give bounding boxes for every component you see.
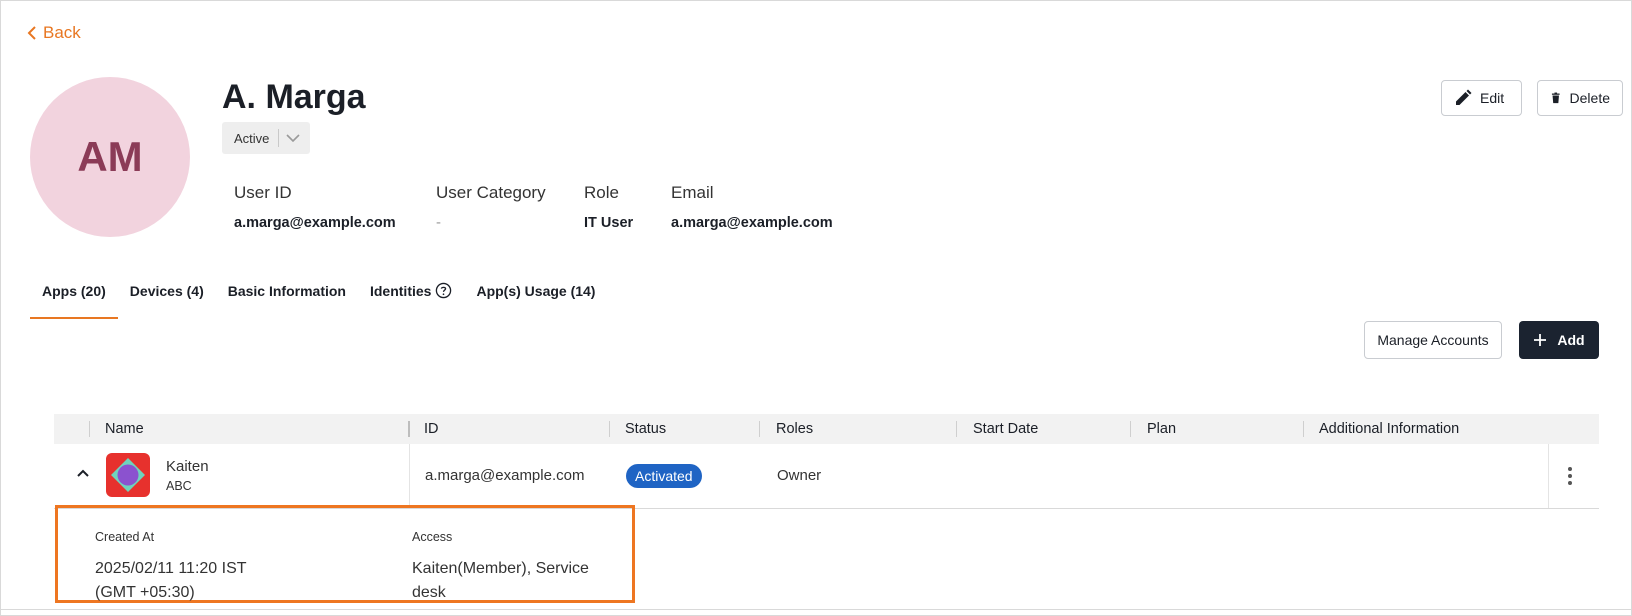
chevron-up-icon[interactable] <box>76 468 90 478</box>
column-separator <box>1303 421 1304 437</box>
status-dropdown-value: Active <box>234 130 270 146</box>
user-category-value: - <box>436 214 441 231</box>
page-title: A. Marga <box>222 78 366 116</box>
plus-icon <box>1534 334 1547 346</box>
manage-accounts-button[interactable]: Manage Accounts <box>1364 321 1502 359</box>
app-org: ABC <box>166 479 192 493</box>
access-label: Access <box>412 530 453 544</box>
column-separator <box>759 421 760 437</box>
chevron-left-icon <box>27 26 36 40</box>
tab-apps[interactable]: Apps (20) <box>30 275 118 319</box>
column-header-name[interactable]: Name <box>105 414 144 444</box>
column-header-start-date[interactable]: Start Date <box>973 414 1038 444</box>
back-link[interactable]: Back <box>27 23 81 43</box>
user-id-label: User ID <box>234 183 292 202</box>
cell-divider <box>1548 444 1549 508</box>
tab-devices[interactable]: Devices (4) <box>118 275 216 315</box>
table-header: Name ID Status Roles Start Date Plan Add… <box>54 414 1599 444</box>
edit-button[interactable]: Edit <box>1441 80 1522 116</box>
column-header-id[interactable]: ID <box>424 414 439 444</box>
chevron-down-icon <box>286 134 300 142</box>
column-header-roles[interactable]: Roles <box>776 414 813 444</box>
column-header-status[interactable]: Status <box>625 414 666 444</box>
column-resize-handle[interactable] <box>408 421 410 437</box>
tab-apps-label: Apps (20) <box>42 283 106 299</box>
role-value: IT User <box>584 215 634 231</box>
tab-basic-information-label: Basic Information <box>227 283 346 299</box>
user-id-value: a.marga@example.com <box>234 215 396 231</box>
column-header-plan[interactable]: Plan <box>1147 414 1176 444</box>
column-header-additional-information[interactable]: Additional Information <box>1319 414 1459 444</box>
pencil-icon <box>1456 89 1472 105</box>
status-dropdown[interactable]: Active <box>222 122 310 154</box>
help-circle-icon <box>436 282 452 299</box>
add-label: Add <box>1557 332 1585 348</box>
tab-devices-label: Devices (4) <box>129 283 204 299</box>
table-row[interactable]: Kaiten ABC a.marga@example.com Activated… <box>54 444 1599 509</box>
created-at-label: Created At <box>95 530 155 544</box>
role-label: Role <box>584 183 619 202</box>
delete-button[interactable]: Delete <box>1537 80 1623 116</box>
column-separator <box>1130 421 1131 437</box>
column-separator <box>89 421 90 437</box>
tab-basic-information[interactable]: Basic Information <box>216 275 358 315</box>
tab-app-usage[interactable]: App(s) Usage (14) <box>464 275 607 315</box>
avatar-initials: AM <box>77 133 143 180</box>
more-vertical-icon[interactable] <box>1564 466 1576 486</box>
trash-icon <box>1551 92 1560 104</box>
tab-bar: Apps (20) Devices (4) Basic Information … <box>30 275 607 319</box>
email-value: a.marga@example.com <box>671 215 833 231</box>
app-name[interactable]: Kaiten <box>166 458 209 475</box>
column-separator <box>609 421 610 437</box>
divider <box>0 609 1632 610</box>
access-value: Kaiten(Member), Service desk <box>412 560 589 601</box>
delete-label: Delete <box>1569 90 1610 106</box>
edit-label: Edit <box>1480 90 1505 106</box>
row-details-panel: Created At 2025/02/11 11:20 IST (GMT +05… <box>55 505 635 603</box>
tab-identities-label: Identities <box>369 283 432 299</box>
kaiten-logo-icon <box>111 458 145 492</box>
tab-identities[interactable]: Identities <box>358 275 464 315</box>
status-badge: Activated <box>626 464 702 488</box>
user-category-label: User Category <box>436 183 546 202</box>
kaiten-app-logo <box>106 453 150 497</box>
add-button[interactable]: Add <box>1519 321 1599 359</box>
dropdown-separator <box>278 129 279 147</box>
account-id: a.marga@example.com <box>425 467 585 484</box>
tab-app-usage-label: App(s) Usage (14) <box>476 283 596 299</box>
created-at-value: 2025/02/11 11:20 IST (GMT +05:30) <box>95 560 247 601</box>
cell-divider <box>409 444 410 508</box>
role-cell: Owner <box>777 467 822 484</box>
column-separator <box>956 421 957 437</box>
back-label: Back <box>43 23 81 42</box>
email-label: Email <box>671 183 714 202</box>
avatar: AM <box>30 77 190 237</box>
